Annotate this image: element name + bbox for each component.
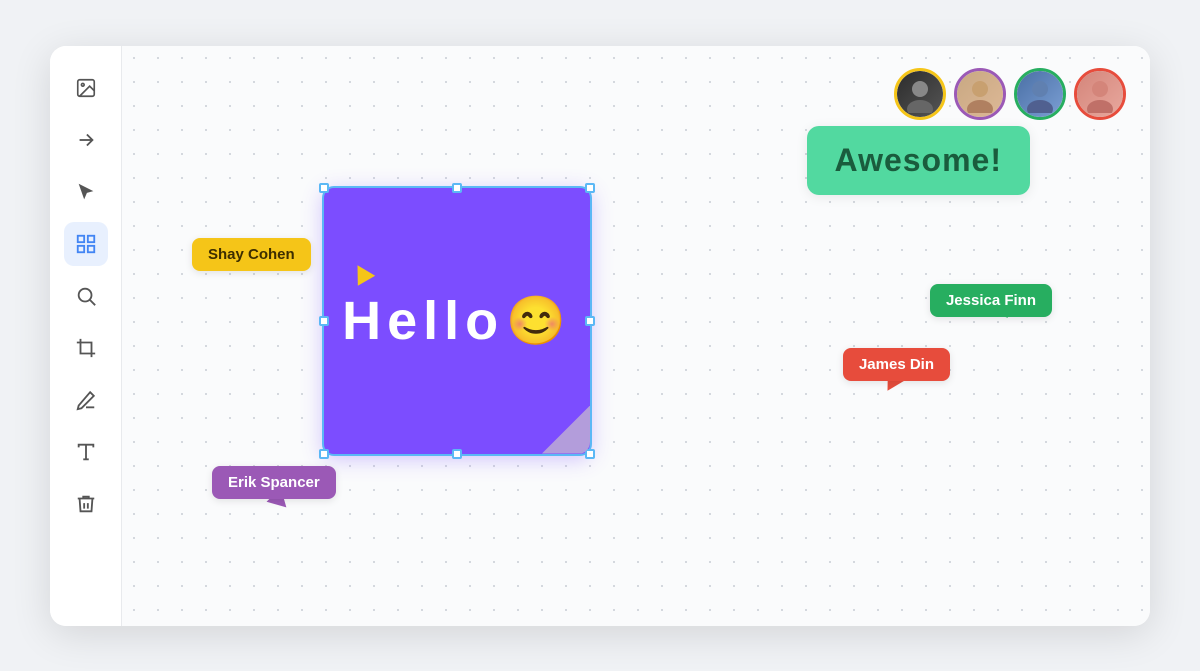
awesome-badge: Awesome!: [807, 126, 1030, 195]
tool-text[interactable]: [64, 430, 108, 474]
avatar-user4[interactable]: [1074, 68, 1126, 120]
tool-delete[interactable]: [64, 482, 108, 526]
tool-image[interactable]: [64, 66, 108, 110]
avatar-user2[interactable]: [954, 68, 1006, 120]
purple-card[interactable]: Hello😊: [322, 186, 592, 456]
avatar-image-2: [957, 71, 1003, 117]
avatar-user1[interactable]: [894, 68, 946, 120]
hello-text: Hello😊: [342, 290, 572, 352]
erik-name: Erik Spancer: [228, 474, 320, 491]
awesome-text: Awesome!: [835, 142, 1002, 178]
jessica-name: Jessica Finn: [946, 292, 1036, 309]
name-tag-jessica: Jessica Finn: [930, 284, 1052, 317]
tool-crop[interactable]: [64, 326, 108, 370]
handle-tl[interactable]: [319, 183, 329, 193]
toolbar-sidebar: [50, 46, 122, 626]
hello-emoji: 😊: [506, 292, 572, 349]
handle-bl[interactable]: [319, 449, 329, 459]
tool-select[interactable]: [64, 170, 108, 214]
james-name: James Din: [859, 356, 934, 373]
avatar-user3[interactable]: [1014, 68, 1066, 120]
canvas-area[interactable]: Awesome! Hello😊 Shay Cohen: [122, 46, 1150, 626]
tool-frame[interactable]: [64, 222, 108, 266]
tool-search[interactable]: [64, 274, 108, 318]
tool-pen[interactable]: [64, 378, 108, 422]
handle-tr[interactable]: [585, 183, 595, 193]
name-tag-erik: Erik Spancer: [212, 466, 336, 499]
name-tag-shay: Shay Cohen: [192, 238, 311, 271]
shay-name: Shay Cohen: [208, 246, 295, 263]
avatar-image-1: [897, 71, 943, 117]
handle-mr[interactable]: [585, 316, 595, 326]
avatars-row: [894, 68, 1126, 120]
handle-tm[interactable]: [452, 183, 462, 193]
handle-ml[interactable]: [319, 316, 329, 326]
name-tag-james: James Din: [843, 348, 950, 381]
hello-word: Hello: [342, 290, 504, 352]
handle-br[interactable]: [585, 449, 595, 459]
app-container: Awesome! Hello😊 Shay Cohen: [50, 46, 1150, 626]
handle-bm[interactable]: [452, 449, 462, 459]
avatar-image-3: [1017, 71, 1063, 117]
tool-arrow[interactable]: [64, 118, 108, 162]
avatar-image-4: [1077, 71, 1123, 117]
